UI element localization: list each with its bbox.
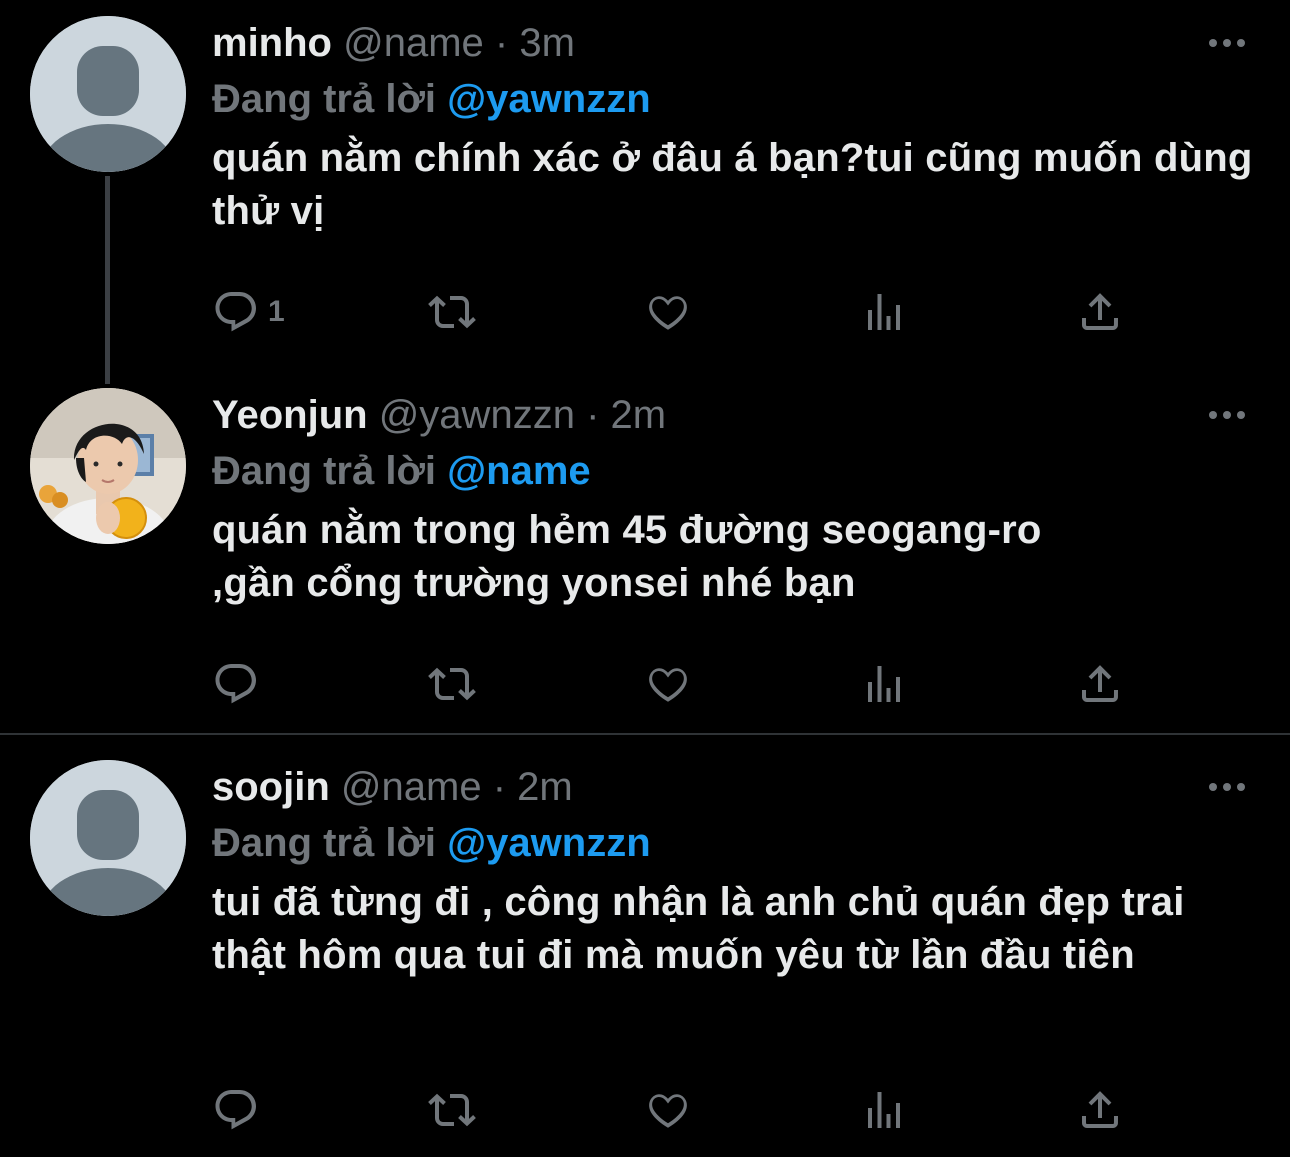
retweet-button[interactable]	[428, 287, 476, 337]
replying-to: Đang trả lời @yawnzzn	[212, 816, 651, 870]
default-avatar-icon[interactable]	[30, 16, 186, 172]
more-button[interactable]	[1204, 772, 1250, 802]
retweet-button[interactable]	[428, 659, 476, 709]
more-button[interactable]	[1204, 400, 1250, 430]
reply-button[interactable]: 1	[212, 287, 285, 337]
replying-to: Đang trả lời @yawnzzn	[212, 72, 651, 126]
like-button[interactable]	[644, 287, 692, 337]
separator: ·	[586, 393, 600, 437]
replying-mention[interactable]: @yawnzzn	[447, 77, 650, 121]
tweet-soojin[interactable]: soojin @name · 2m Đang trả lời @yawnzzn …	[0, 760, 1290, 1157]
views-button[interactable]	[860, 1085, 908, 1135]
tweet-divider	[0, 733, 1290, 735]
tweet-yeonjun[interactable]: Yeonjun @yawnzzn · 2m Đang trả lời @name…	[0, 388, 1290, 728]
replying-label: Đang trả lời	[212, 77, 437, 121]
separator: ·	[492, 765, 507, 809]
replying-mention[interactable]: @name	[447, 449, 591, 493]
like-icon	[649, 668, 687, 702]
reply-icon	[215, 664, 256, 704]
replying-mention[interactable]: @yawnzzn	[447, 821, 650, 865]
views-button[interactable]	[860, 659, 908, 709]
user-handle[interactable]: @name	[341, 765, 482, 809]
views-icon	[868, 294, 900, 330]
more-icon	[1209, 411, 1245, 419]
share-icon	[1082, 293, 1118, 330]
like-button[interactable]	[644, 1085, 692, 1135]
reply-icon	[215, 1090, 256, 1130]
tweet-text: quán nằm trong hẻm 45 đường seogang-ro ,…	[212, 508, 1042, 605]
views-button[interactable]	[860, 287, 908, 337]
retweet-icon	[428, 1093, 476, 1127]
tweet-actions	[212, 1085, 1142, 1135]
share-button[interactable]	[1076, 287, 1124, 337]
tweet-text: quán nằm chính xác ở đâu á bạn?tui cũng …	[212, 136, 1253, 233]
retweet-button[interactable]	[428, 1085, 476, 1135]
reply-button[interactable]	[212, 1085, 268, 1135]
separator: ·	[494, 21, 509, 65]
share-button[interactable]	[1076, 1085, 1124, 1135]
retweet-icon	[428, 295, 476, 329]
default-avatar-icon[interactable]	[30, 760, 186, 916]
share-icon	[1082, 665, 1118, 702]
tweet-header: Yeonjun @yawnzzn · 2m	[212, 388, 666, 442]
share-button[interactable]	[1076, 659, 1124, 709]
more-icon	[1209, 783, 1245, 791]
views-icon	[868, 666, 900, 702]
replying-label: Đang trả lời	[212, 449, 437, 493]
user-handle[interactable]: @yawnzzn	[379, 393, 575, 437]
more-button[interactable]	[1204, 28, 1250, 58]
views-icon	[868, 1092, 900, 1128]
share-icon	[1082, 1091, 1118, 1128]
timestamp[interactable]: 2m	[517, 765, 573, 809]
tweet-minho[interactable]: minho @name · 3m Đang trả lời @yawnzzn q…	[0, 16, 1290, 356]
user-handle[interactable]: @name	[343, 21, 484, 65]
like-icon	[649, 296, 687, 330]
reply-icon	[215, 292, 256, 332]
tweet-header: soojin @name · 2m	[212, 760, 573, 814]
like-icon	[649, 1094, 687, 1128]
tweet-actions	[212, 659, 1142, 709]
timestamp[interactable]: 3m	[519, 21, 575, 65]
tweet-header: minho @name · 3m	[212, 16, 575, 70]
retweet-icon	[428, 667, 476, 701]
display-name[interactable]: minho	[212, 21, 332, 65]
like-button[interactable]	[644, 659, 692, 709]
tweet-text: tui đã từng đi , công nhận là anh chủ qu…	[212, 880, 1185, 977]
replying-to: Đang trả lời @name	[212, 444, 591, 498]
timestamp[interactable]: 2m	[611, 393, 667, 437]
reply-button[interactable]	[212, 659, 268, 709]
replying-label: Đang trả lời	[212, 821, 437, 865]
display-name[interactable]: Yeonjun	[212, 393, 368, 437]
reply-count: 1	[268, 295, 285, 328]
tweet-actions: 1	[212, 287, 1142, 337]
profile-photo[interactable]	[30, 388, 186, 544]
more-icon	[1209, 39, 1245, 47]
display-name[interactable]: soojin	[212, 765, 330, 809]
